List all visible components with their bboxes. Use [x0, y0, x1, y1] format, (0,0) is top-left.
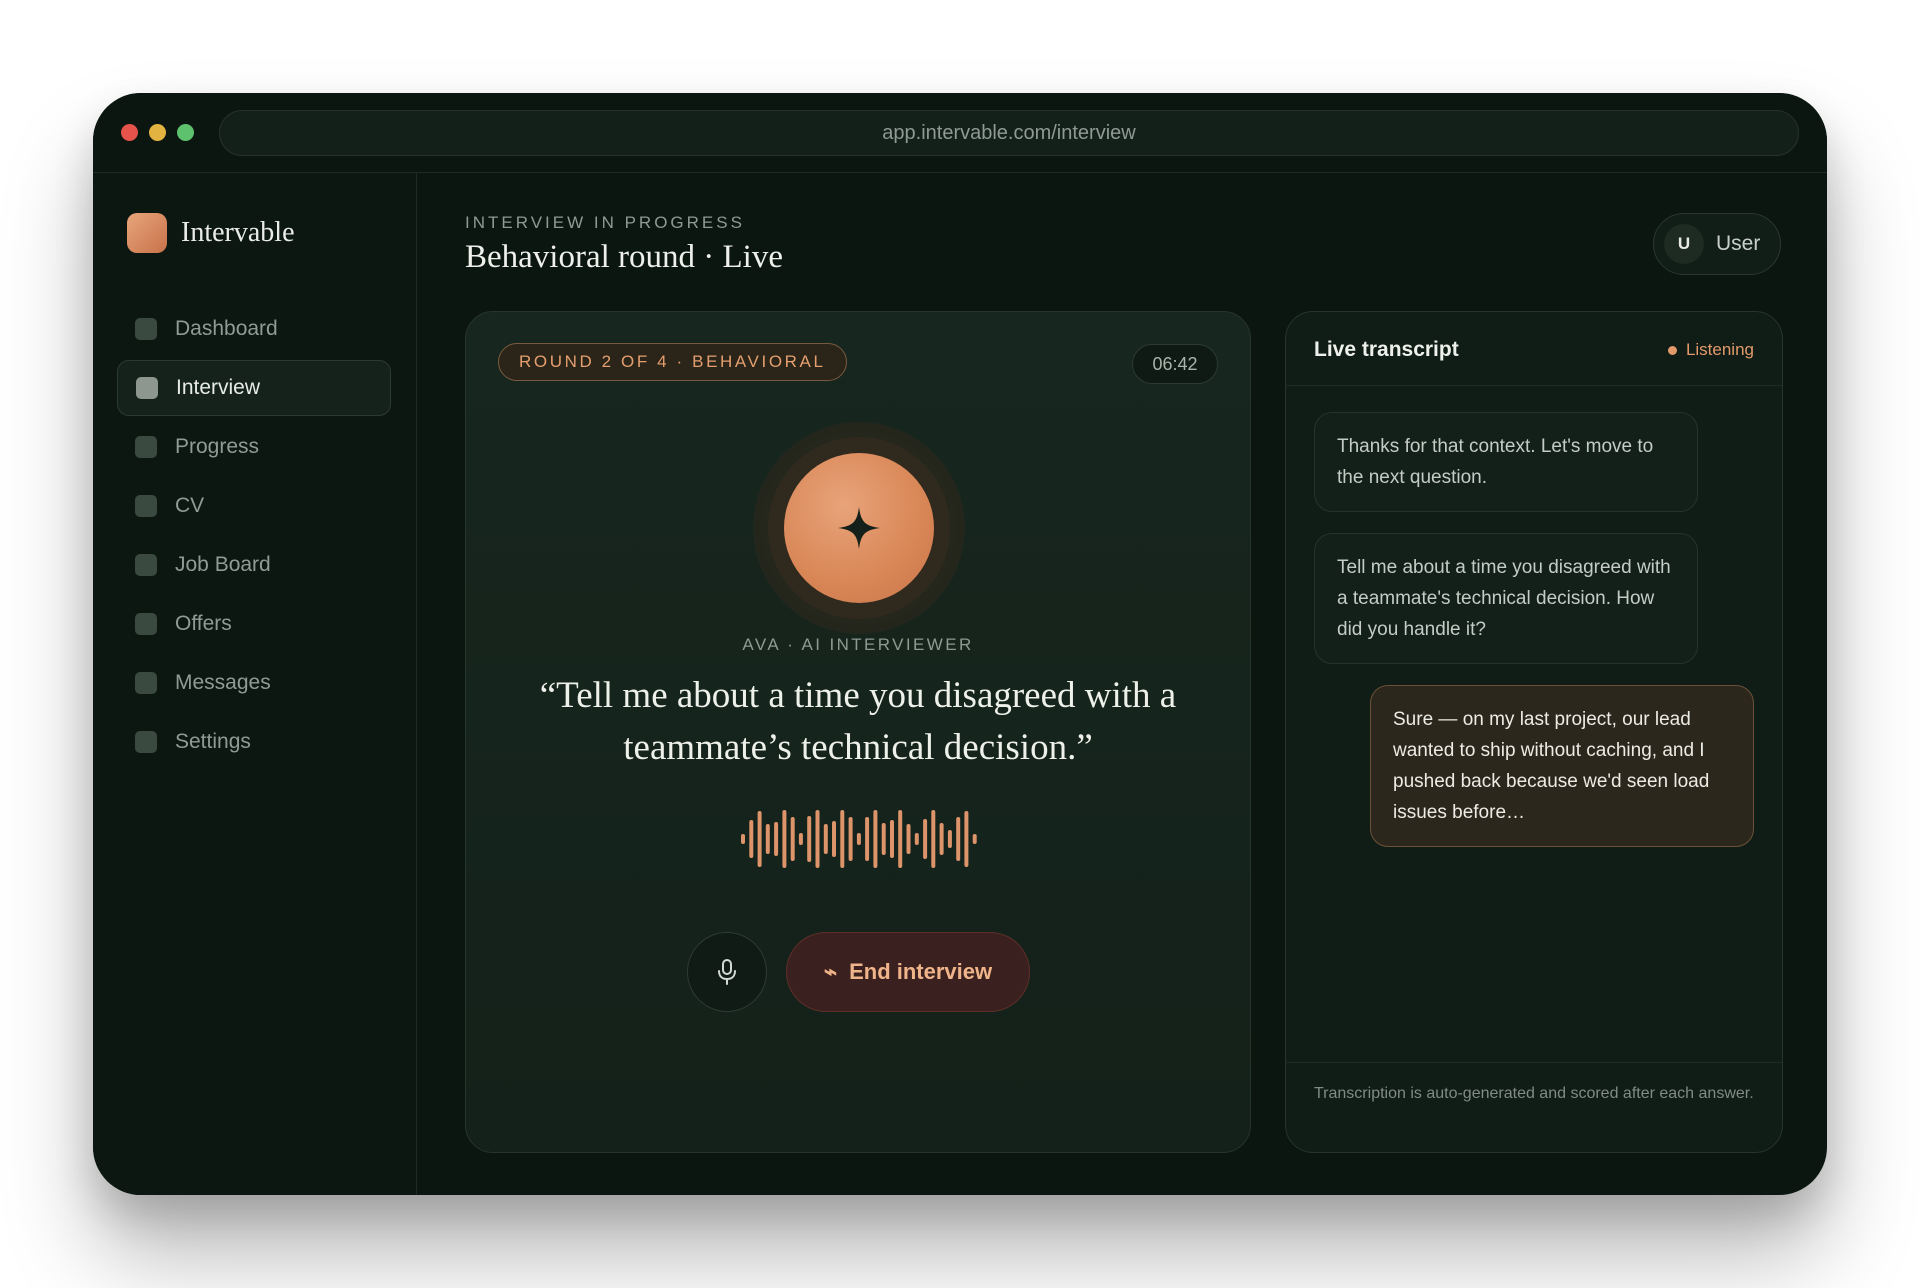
transcript-note: Transcription is auto-generated and scor…: [1314, 1085, 1754, 1102]
sidebar-item-dashboard[interactable]: Dashboard: [117, 301, 391, 357]
phone-hangup-icon: ⌁: [823, 959, 838, 984]
waveform-bar: [840, 810, 845, 868]
waveform-bar: [782, 810, 787, 868]
page-title: Behavioral round · Live: [465, 239, 783, 275]
sidebar-item-settings[interactable]: Settings: [117, 714, 391, 770]
sidebar-item-interview[interactable]: Interview: [117, 360, 391, 416]
waveform-bar: [931, 810, 936, 868]
browser-titlebar: app.intervable.com/interview: [93, 93, 1827, 173]
sidebar-item-label: Interview: [176, 376, 261, 399]
status-dot-icon: [1667, 345, 1677, 355]
waveform-bar: [873, 810, 878, 868]
waveform-bar: [832, 821, 836, 857]
end-interview-label: End interview: [849, 959, 993, 984]
minimize-window-dot[interactable]: [149, 124, 166, 141]
sidebar-item-cv[interactable]: CV: [117, 478, 391, 534]
brand-logo: [127, 213, 167, 253]
waveform-bar: [964, 811, 969, 867]
sidebar-item-label: Messages: [175, 671, 271, 694]
audio-waveform: [741, 810, 977, 868]
sidebar-item-label: Job Board: [175, 553, 271, 576]
status-label: Listening: [1685, 340, 1754, 359]
microphone-icon: [718, 959, 736, 985]
waveform-bar: [815, 810, 820, 868]
waveform-bar: [939, 823, 944, 855]
cv-icon: [135, 495, 157, 517]
transcript-title: Live transcript: [1314, 338, 1459, 361]
waveform-bar: [856, 833, 861, 845]
waveform-bar: [906, 824, 911, 854]
maximize-window-dot[interactable]: [177, 124, 194, 141]
sidebar-item-label: Settings: [175, 730, 251, 753]
offers-icon: [135, 613, 157, 635]
waveform-bar: [749, 820, 754, 858]
main-content: INTERVIEW IN PROGRESS Behavioral round ·…: [417, 173, 1827, 1195]
transcript-message-ai: Tell me about a time you disagreed with …: [1314, 533, 1698, 664]
waveform-bar: [923, 819, 928, 859]
progress-icon: [135, 436, 157, 458]
transcript-footer: Transcription is auto-generated and scor…: [1286, 1062, 1782, 1152]
transcript-message-user: Sure — on my last project, our lead want…: [1370, 685, 1754, 847]
sidebar-item-job-board[interactable]: Job Board: [117, 537, 391, 593]
live-transcript-panel: Live transcript Listening Thanks for tha…: [1285, 311, 1783, 1153]
sidebar-item-label: CV: [175, 494, 205, 517]
sidebar-nav: Dashboard Interview Progress CV Job Boar…: [117, 301, 391, 773]
waveform-bar: [865, 817, 870, 861]
sidebar-item-progress[interactable]: Progress: [117, 419, 391, 475]
waveform-bar: [890, 820, 894, 858]
address-bar[interactable]: app.intervable.com/interview: [219, 110, 1799, 156]
waveform-bar: [741, 834, 745, 844]
sidebar-item-label: Offers: [175, 612, 232, 635]
sidebar: Intervable Dashboard Interview Progress …: [93, 173, 417, 1195]
waveform-bar: [823, 824, 828, 854]
job-board-icon: [135, 554, 157, 576]
current-question: “Tell me about a time you disagreed with…: [539, 675, 1177, 768]
waveform-bar: [914, 833, 919, 845]
round-badge: ROUND 2 OF 4 · BEHAVIORAL: [498, 343, 847, 381]
brand-name: Intervable: [181, 217, 295, 248]
waveform-bar: [881, 823, 886, 855]
transcript-message-ai: Thanks for that context. Let's move to t…: [1314, 412, 1698, 512]
interview-timer: 06:42: [1132, 344, 1218, 384]
avatar: U: [1664, 224, 1704, 264]
waveform-bar: [790, 817, 795, 861]
ai-interviewer-orb: [784, 453, 934, 603]
dashboard-icon: [135, 318, 157, 340]
brand[interactable]: Intervable: [127, 213, 295, 253]
user-menu-button[interactable]: U User: [1653, 213, 1781, 275]
waveform-bar: [765, 824, 770, 854]
close-window-dot[interactable]: [121, 124, 138, 141]
user-name: User: [1716, 232, 1761, 255]
speaker-label: AVA · AI INTERVIEWER: [742, 635, 974, 654]
end-interview-button[interactable]: ⌁ End interview: [786, 932, 1030, 1012]
waveform-bar: [798, 833, 803, 845]
microphone-button[interactable]: [687, 932, 767, 1012]
settings-icon: [135, 731, 157, 753]
waveform-bar: [757, 811, 762, 867]
waveform-bar: [972, 834, 977, 844]
page-eyebrow: INTERVIEW IN PROGRESS: [465, 213, 745, 232]
sidebar-item-offers[interactable]: Offers: [117, 596, 391, 652]
transcript-header: Live transcript Listening: [1286, 312, 1782, 386]
sidebar-item-label: Progress: [175, 435, 260, 458]
interview-icon: [136, 377, 158, 399]
waveform-bar: [807, 816, 812, 862]
waveform-bar: [956, 817, 961, 861]
sidebar-item-messages[interactable]: Messages: [117, 655, 391, 711]
interview-stage: ROUND 2 OF 4 · BEHAVIORAL 06:42 AVA · AI…: [465, 311, 1251, 1153]
waveform-bar: [947, 830, 952, 848]
waveform-bar: [898, 810, 903, 868]
waveform-bar: [848, 817, 853, 861]
app-window: app.intervable.com/interview Intervable …: [93, 93, 1827, 1195]
sidebar-item-label: Dashboard: [175, 317, 278, 340]
waveform-bar: [774, 822, 779, 856]
listening-status: Listening: [1667, 340, 1754, 360]
sparkle-icon: [838, 507, 880, 549]
messages-icon: [135, 672, 157, 694]
